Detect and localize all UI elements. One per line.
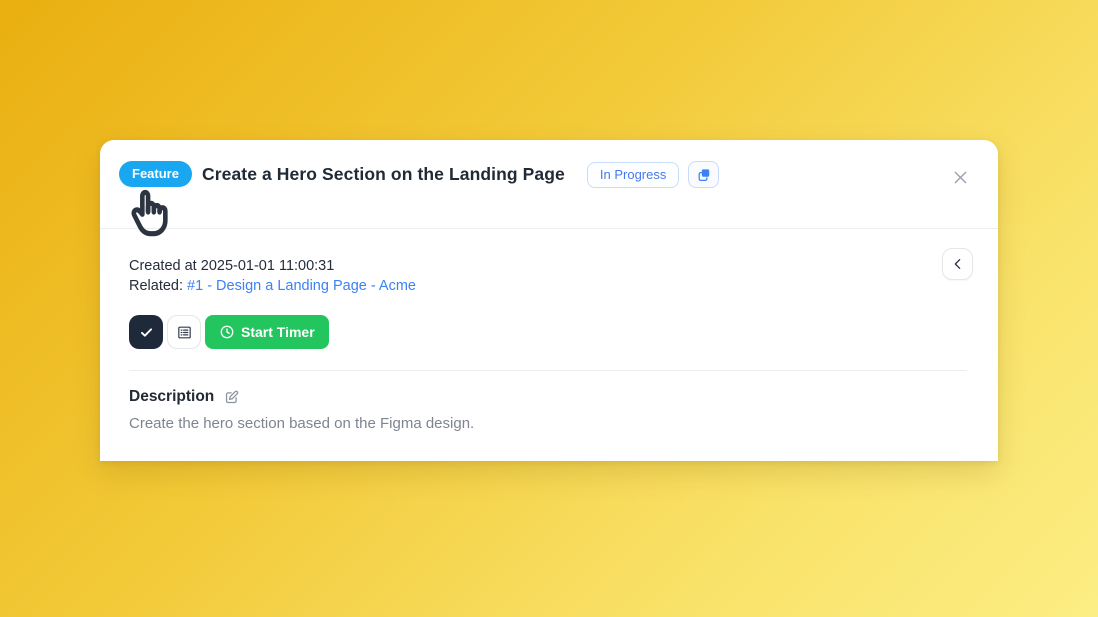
task-details-button[interactable]: [167, 315, 201, 349]
list-details-icon: [176, 324, 193, 341]
description-header: Description: [129, 388, 970, 406]
created-at-row: Created at 2025-01-01 11:00:31: [129, 256, 970, 276]
related-row: Related: #1 - Design a Landing Page - Ac…: [129, 276, 970, 296]
description-text: Create the hero section based on the Fig…: [129, 413, 970, 434]
collapse-panel-button[interactable]: [942, 248, 973, 280]
description-heading: Description: [129, 388, 214, 406]
close-button[interactable]: [948, 165, 972, 189]
copy-button[interactable]: [688, 161, 719, 188]
modal-header: Feature Create a Hero Section on the Lan…: [100, 140, 998, 228]
check-icon: [138, 324, 155, 341]
related-label: Related:: [129, 278, 183, 294]
status-badge[interactable]: In Progress: [587, 162, 679, 188]
start-timer-label: Start Timer: [241, 324, 315, 340]
created-at-label: Created at: [129, 258, 197, 274]
modal-body: Created at 2025-01-01 11:00:31 Related: …: [100, 228, 998, 434]
action-buttons-row: Start Timer: [129, 315, 970, 349]
created-at-value: 2025-01-01 11:00:31: [201, 258, 335, 274]
related-task-link[interactable]: #1 - Design a Landing Page - Acme: [187, 278, 416, 294]
edit-description-button[interactable]: [223, 389, 240, 406]
clock-icon: [219, 324, 235, 340]
close-icon: [951, 168, 970, 187]
section-divider: [129, 370, 967, 371]
edit-square-icon: [223, 389, 240, 406]
task-title: Create a Hero Section on the Landing Pag…: [202, 161, 565, 187]
type-badge: Feature: [119, 161, 192, 187]
chevron-left-icon: [950, 256, 966, 272]
copy-icon: [696, 167, 712, 183]
complete-task-button[interactable]: [129, 315, 163, 349]
start-timer-button[interactable]: Start Timer: [205, 315, 329, 349]
task-detail-modal: Feature Create a Hero Section on the Lan…: [100, 140, 998, 461]
